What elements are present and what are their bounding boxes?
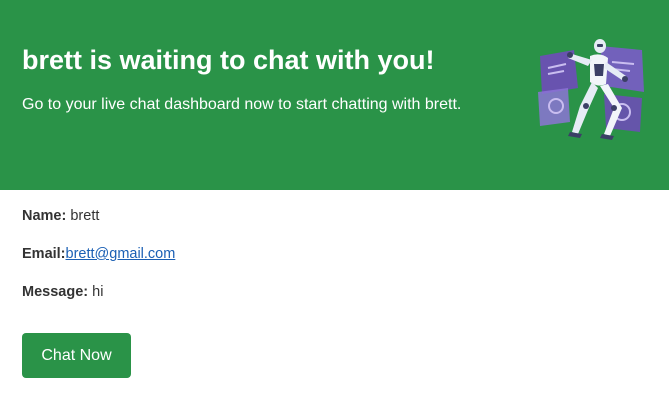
email-link[interactable]: brett@gmail.com	[66, 246, 176, 262]
name-value: brett	[70, 208, 100, 224]
message-label: Message:	[22, 284, 89, 300]
robot-illustration-icon	[538, 39, 644, 140]
chat-now-button[interactable]: Chat Now	[22, 333, 131, 378]
email-row: Email:brett@gmail.com	[22, 244, 175, 264]
page-title: brett is waiting to chat with you!	[22, 45, 435, 75]
email-label: Email:	[22, 246, 66, 262]
message-value: hi	[92, 284, 104, 300]
contact-details: Name: brett Email:brett@gmail.com Messag…	[22, 206, 175, 320]
notification-banner: brett is waiting to chat with you! Go to…	[0, 0, 669, 190]
message-row: Message: hi	[22, 282, 175, 302]
name-label: Name:	[22, 208, 67, 224]
banner-subtitle: Go to your live chat dashboard now to st…	[22, 96, 462, 113]
name-row: Name: brett	[22, 206, 175, 226]
